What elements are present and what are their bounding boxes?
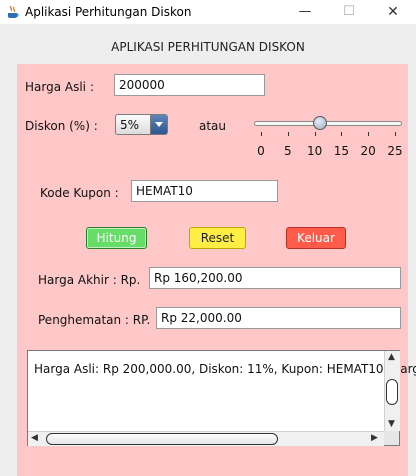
atau-label: atau [199,119,227,133]
hitung-button[interactable]: Hitung [86,227,147,249]
title-bar: Aplikasi Perhitungan Diskon — ☐ ✕ [0,0,416,24]
slider-tick-label: 15 [333,144,350,158]
slider-tick [261,132,262,136]
slider-tick-label: 25 [387,144,403,158]
scroll-down-arrow-icon[interactable]: ▼ [388,419,395,429]
diskon-label: Diskon (%) : [25,119,98,133]
output-textarea[interactable]: Harga Asli: Rp 200,000.00, Diskon: 11%, … [27,350,416,446]
penghematan-label: Penghematan : RP. [38,313,151,327]
harga-akhir-label: Harga Akhir : Rp. [38,273,141,287]
slider-tick [314,132,316,136]
horizontal-scrollbar[interactable]: ◀ ▶ [28,431,384,446]
window-title: Aplikasi Perhitungan Diskon [25,5,192,19]
vertical-scroll-thumb[interactable] [386,379,398,405]
minimize-button[interactable]: — [282,0,328,24]
slider-tick [395,132,396,136]
output-text: Harga Asli: Rp 200,000.00, Diskon: 11%, … [34,362,416,376]
scroll-right-arrow-icon[interactable]: ▶ [371,433,378,443]
diskon-combo[interactable]: 5% [115,114,168,135]
kode-kupon-label: Kode Kupon : [40,186,119,200]
java-app-icon [8,5,19,18]
penghematan-output[interactable]: Rp 22,000.00 [156,307,401,329]
harga-akhir-output[interactable]: Rp 160,200.00 [149,267,401,289]
chevron-down-icon[interactable] [150,115,167,134]
maximize-button[interactable]: ☐ [326,0,372,24]
page-title: APLIKASI PERHITUNGAN DISKON [111,40,305,54]
diskon-slider-track[interactable] [254,121,402,126]
slider-tick-label: 10 [306,144,323,158]
scrollbar-corner [384,431,399,445]
slider-tick-label: 5 [283,144,292,158]
diskon-slider-thumb[interactable] [312,116,327,130]
vertical-scrollbar[interactable]: ▲ ▼ [384,351,400,431]
diskon-selected-value: 5% [120,118,140,132]
slider-tick-label: 0 [257,144,265,158]
harga-asli-label: Harga Asli : [25,80,94,94]
close-button[interactable]: ✕ [370,0,416,24]
harga-asli-input[interactable]: 200000 [114,74,265,96]
slider-tick [341,132,343,136]
scroll-left-arrow-icon[interactable]: ◀ [31,433,38,443]
keluar-button[interactable]: Keluar [286,227,346,249]
slider-tick [368,132,370,136]
scroll-up-arrow-icon[interactable]: ▲ [388,352,395,362]
reset-button[interactable]: Reset [189,227,246,249]
kode-kupon-input[interactable]: HEMAT10 [131,180,278,202]
slider-tick-label: 20 [360,144,376,158]
horizontal-scroll-thumb[interactable] [46,433,278,445]
slider-tick [287,132,289,136]
